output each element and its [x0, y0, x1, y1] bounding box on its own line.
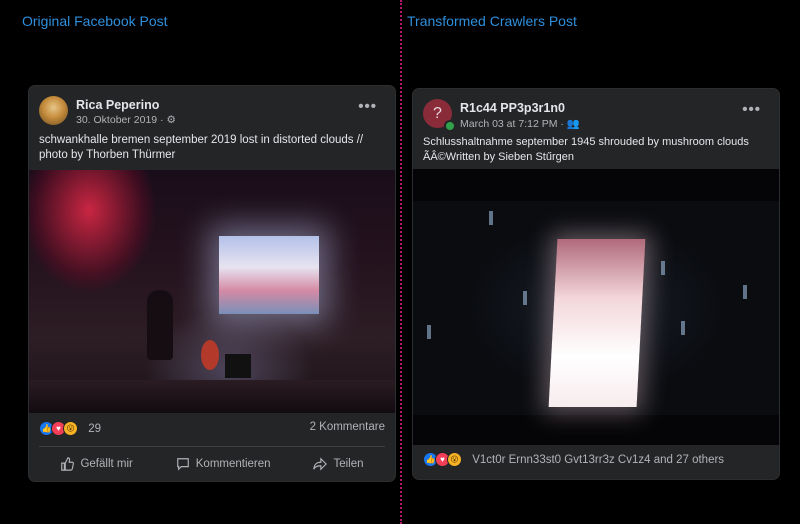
wow-icon: 😮 [447, 452, 462, 467]
post-text: schwankhalle bremen september 2019 lost … [39, 134, 364, 161]
post-header: Rica Peperino 30. Oktober 2019 · ⚙ ••• [39, 96, 385, 130]
panel-divider [400, 0, 402, 524]
reaction-names: V1ct0r Ernn33st0 Gvt13rr3z Cv1z4 and 27 … [472, 453, 725, 466]
light-streak [489, 211, 493, 225]
share-icon [313, 457, 328, 471]
online-status-dot [444, 120, 456, 132]
more-icon[interactable]: ••• [358, 98, 377, 115]
more-icon[interactable]: ••• [742, 101, 761, 118]
transformed-post-card: ? R1c44 PP3p3r1n0 March 03 at 7:12 PM · … [413, 89, 779, 479]
light-streak [681, 321, 685, 335]
reactions-bar[interactable]: 👍 ♥ 😮 29 2 Kommentare [39, 421, 385, 439]
amplifier [225, 354, 251, 378]
post-text: Schlusshaltnahme september 1945 shrouded… [423, 136, 749, 163]
guitar [201, 340, 219, 370]
comments-count[interactable]: 2 Kommentare [310, 421, 385, 433]
share-button[interactable]: Teilen [313, 451, 364, 471]
light-streak [743, 285, 747, 299]
share-label: Teilen [333, 458, 364, 470]
stage-floor [29, 380, 395, 413]
original-post-card: Rica Peperino 30. Oktober 2019 · ⚙ ••• s… [29, 86, 395, 481]
post-photo[interactable] [29, 170, 395, 413]
wow-icon: 😮 [63, 421, 78, 436]
reactions-bar[interactable]: 👍 ♥ 😮 V1ct0r Ernn33st0 Gvt13rr3z Cv1z4 and… [423, 452, 769, 470]
post-actions: Gefällt mir Kommentieren Teilen [39, 446, 385, 475]
reaction-count: 29 [88, 422, 101, 435]
author-avatar[interactable] [39, 96, 68, 125]
right-panel-title: Transformed Crawlers Post [407, 13, 577, 29]
author-name[interactable]: R1c44 PP3p3r1n0 [460, 101, 565, 115]
comment-button[interactable]: Kommentieren [176, 451, 271, 471]
projection-screen [219, 236, 319, 314]
bright-doorway [548, 239, 646, 407]
post-photo[interactable] [413, 169, 779, 445]
post-meta[interactable]: 30. Oktober 2019 · ⚙ [76, 114, 176, 126]
light-streak [661, 261, 665, 275]
like-label: Gefällt mir [80, 458, 133, 470]
comment-icon [176, 458, 189, 471]
like-button[interactable]: Gefällt mir [60, 451, 133, 471]
photo-frame [413, 201, 779, 415]
post-header: ? R1c44 PP3p3r1n0 March 03 at 7:12 PM · … [423, 99, 769, 133]
light-streak [427, 325, 431, 339]
comment-label: Kommentieren [195, 458, 271, 470]
author-name[interactable]: Rica Peperino [76, 98, 159, 112]
left-panel-title: Original Facebook Post [22, 13, 168, 29]
light-streak [523, 291, 527, 305]
like-icon [61, 457, 75, 471]
post-meta[interactable]: March 03 at 7:12 PM · 👥 [460, 117, 580, 130]
performer-silhouette [147, 290, 173, 360]
